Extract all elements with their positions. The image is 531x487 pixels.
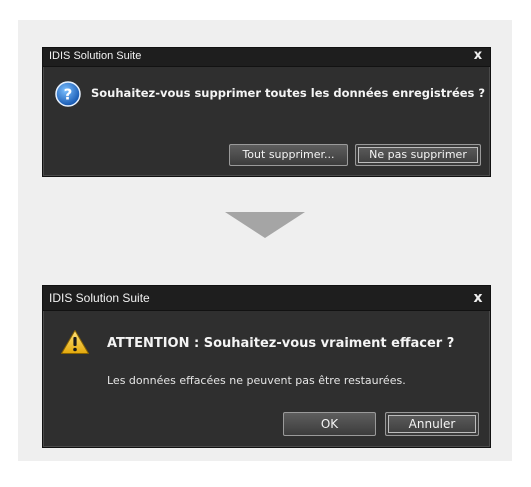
confirm-delete-dialog: IDIS Solution Suite x ? Souhaitez-vous s… xyxy=(42,47,491,177)
close-icon[interactable]: x xyxy=(470,48,486,64)
do-not-delete-button[interactable]: Ne pas supprimer xyxy=(355,144,481,166)
dialog-message-title: ATTENTION : Souhaitez-vous vraiment effa… xyxy=(107,336,455,351)
delete-all-button[interactable]: Tout supprimer... xyxy=(229,144,348,166)
warning-icon xyxy=(61,330,89,354)
dialog-title: IDIS Solution Suite xyxy=(49,50,142,62)
ok-button[interactable]: OK xyxy=(283,412,376,436)
dialog-titlebar: IDIS Solution Suite x xyxy=(43,286,490,311)
arrow-down-icon xyxy=(225,212,305,238)
dialog-message-detail: Les données effacées ne peuvent pas être… xyxy=(107,374,406,387)
warning-dialog: IDIS Solution Suite x ATTENTION : Souhai… xyxy=(42,285,491,448)
question-icon: ? xyxy=(55,81,81,107)
dialog-title: IDIS Solution Suite xyxy=(49,291,150,305)
svg-text:?: ? xyxy=(64,86,73,104)
dialog-message: Souhaitez-vous supprimer toutes les donn… xyxy=(91,86,486,100)
cancel-button[interactable]: Annuler xyxy=(385,412,479,436)
dialog-titlebar: IDIS Solution Suite x xyxy=(43,48,490,67)
close-icon[interactable]: x xyxy=(470,290,486,306)
